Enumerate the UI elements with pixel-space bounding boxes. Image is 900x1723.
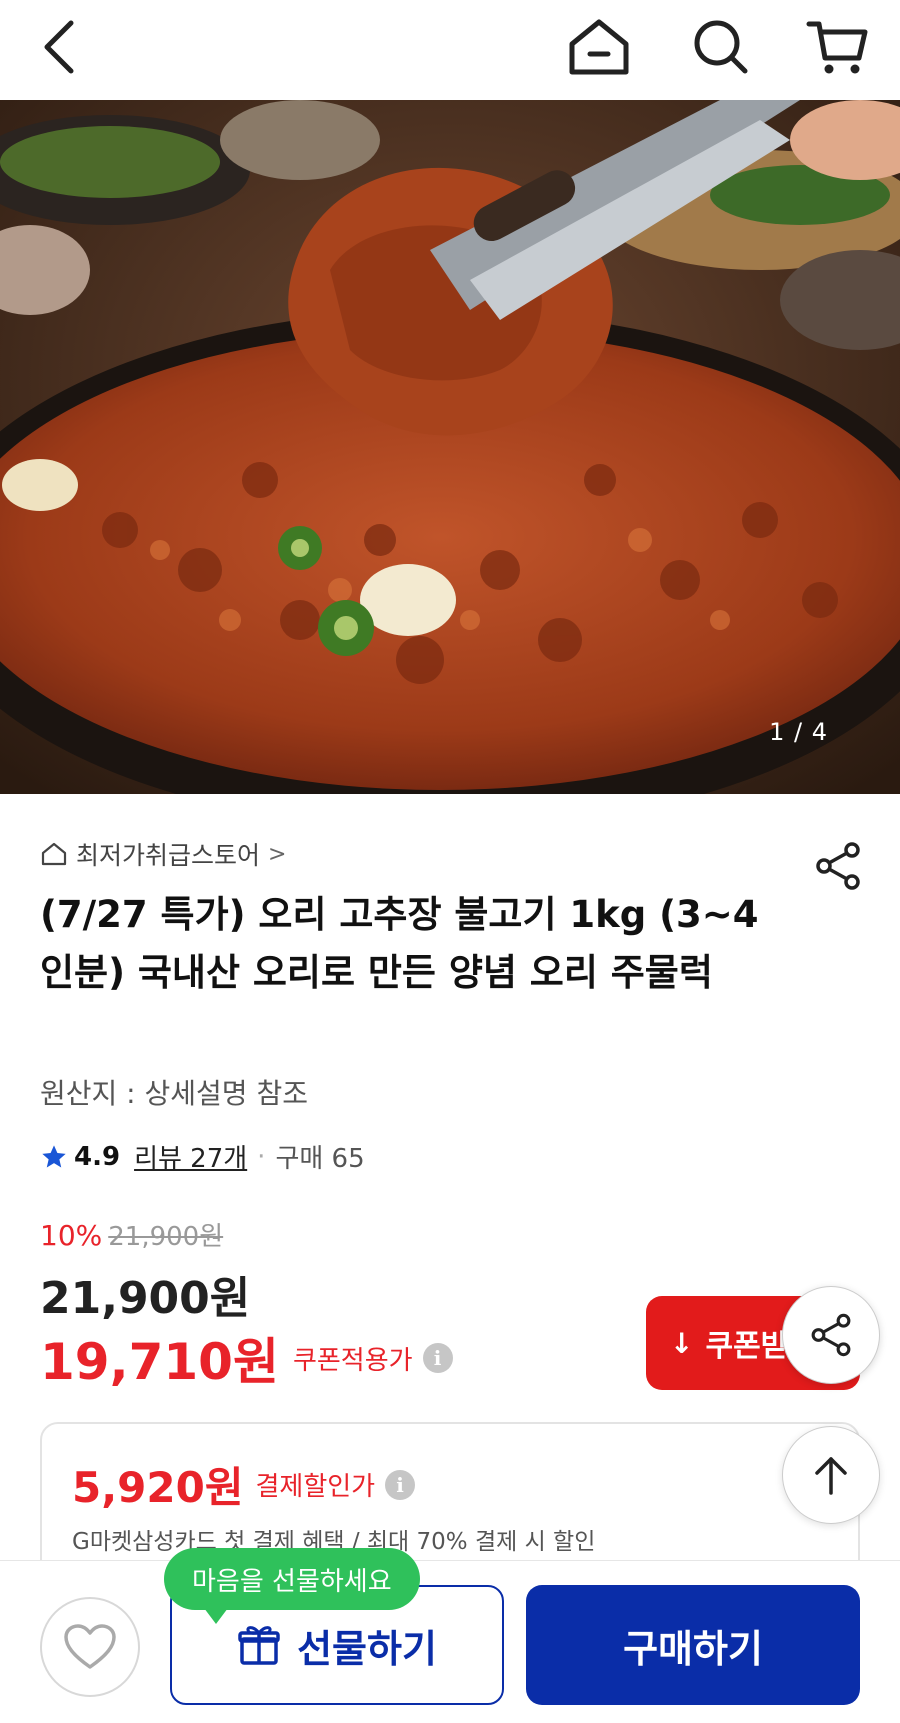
heart-icon xyxy=(64,1624,116,1669)
payment-price-row: 5,920원 결제할인가 i xyxy=(72,1454,416,1515)
info-icon[interactable]: i xyxy=(385,1469,416,1500)
wishlist-button[interactable] xyxy=(40,1597,140,1697)
sale-price: 21,900원 xyxy=(40,1273,251,1324)
search-button[interactable] xyxy=(684,10,758,84)
info-icon[interactable]: i xyxy=(422,1343,453,1373)
rating-score: 4.9 xyxy=(74,1141,121,1172)
product-title: (7/27 특가) 오리 고추장 불고기 1kg (3~4인분) 국내산 오리로… xyxy=(40,893,759,994)
share-icon xyxy=(811,1313,851,1357)
coupon-price-label: 쿠폰적용가 xyxy=(292,1345,413,1376)
floating-share-button[interactable] xyxy=(782,1286,880,1384)
payment-price-label: 결제할인가 xyxy=(255,1472,376,1502)
product-photo xyxy=(0,100,900,794)
share-icon xyxy=(816,842,860,890)
review-link[interactable]: 리뷰 27개 xyxy=(134,1138,247,1175)
coupon-price-row: 19,710원 쿠폰적용가 i xyxy=(40,1322,453,1394)
chevron-left-icon xyxy=(44,20,74,74)
home-button[interactable] xyxy=(562,10,636,84)
buy-button-label: 구매하기 xyxy=(623,1626,763,1671)
download-icon: ↓ xyxy=(670,1326,694,1360)
arrow-up-icon xyxy=(815,1457,847,1495)
store-name: 최저가취급스토어 xyxy=(76,841,261,870)
home-icon xyxy=(569,19,629,75)
original-price: 21,900원 xyxy=(108,1222,224,1252)
product-origin: 원산지 : 상세설명 참조 xyxy=(40,1077,308,1110)
search-icon xyxy=(694,20,748,74)
image-page-indicator: 1 / 4 xyxy=(769,718,828,746)
coupon-price: 19,710원 xyxy=(40,1333,279,1391)
cart-button[interactable] xyxy=(800,10,874,84)
share-button[interactable] xyxy=(810,838,866,894)
product-image-carousel[interactable]: 1 / 4 xyxy=(0,100,900,794)
store-home-icon xyxy=(41,842,67,866)
bottom-action-bar: 선물하기 구매하기 xyxy=(0,1560,900,1723)
top-navigation-bar xyxy=(0,0,900,100)
purchase-count: 구매 65 xyxy=(275,1144,365,1174)
buy-button[interactable]: 구매하기 xyxy=(526,1585,860,1705)
gift-button-label: 선물하기 xyxy=(297,1626,437,1671)
discount-percent: 10% xyxy=(40,1219,103,1252)
gift-icon xyxy=(238,1626,280,1665)
discount-row: 10% 21,900원 xyxy=(40,1216,223,1253)
star-icon xyxy=(42,1144,66,1167)
cart-icon xyxy=(806,21,868,74)
payment-price: 5,920원 xyxy=(72,1463,244,1512)
back-button[interactable] xyxy=(22,10,96,84)
rating-row: 4.9 리뷰 27개 · 구매 65 xyxy=(40,1138,365,1175)
coupon-button-label: 쿠폰받 xyxy=(705,1329,789,1364)
separator-dot: · xyxy=(257,1141,266,1172)
gift-tooltip-bubble: 마음을 선물하세요 xyxy=(164,1548,420,1624)
store-chevron: > xyxy=(268,841,287,867)
store-link[interactable]: 최저가취급스토어 > xyxy=(40,836,286,872)
scroll-to-top-button[interactable] xyxy=(782,1426,880,1524)
